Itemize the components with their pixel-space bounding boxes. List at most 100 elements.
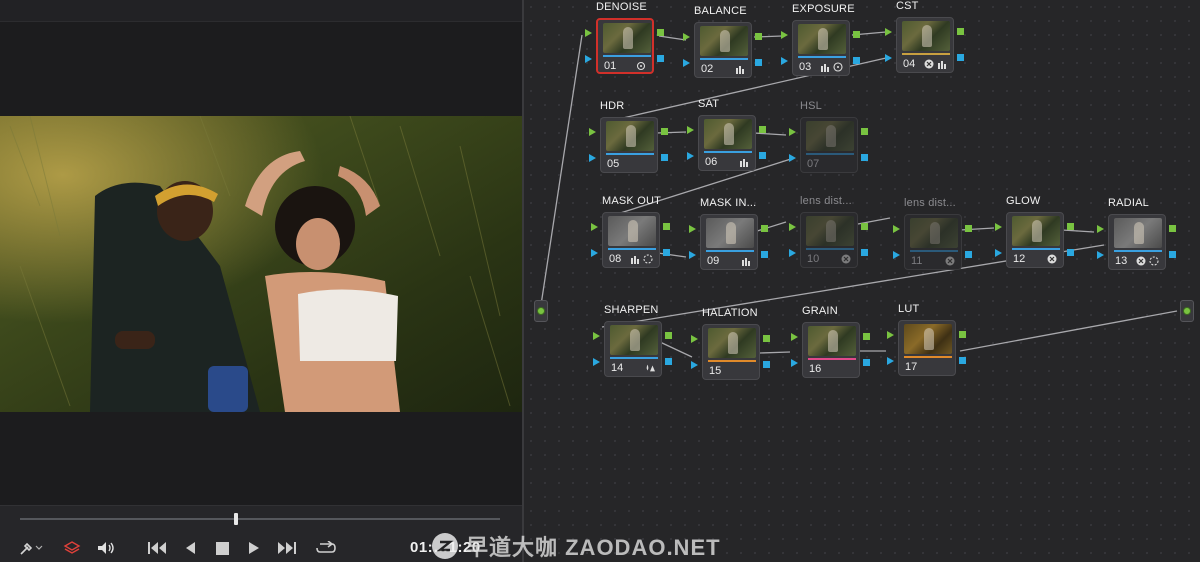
node-body[interactable]: 11	[904, 214, 962, 270]
rgb-input-port[interactable]	[689, 225, 696, 233]
node-05-hdr[interactable]: HDR 05	[589, 100, 668, 173]
node-body[interactable]: 03	[792, 20, 850, 76]
speaker-icon[interactable]	[95, 539, 117, 557]
key-output-port[interactable]	[1169, 251, 1176, 258]
key-input-port[interactable]	[689, 251, 696, 259]
skip-forward-icon[interactable]	[276, 539, 298, 557]
rgb-input-port[interactable]	[1097, 225, 1104, 233]
key-output-port[interactable]	[761, 251, 768, 258]
key-output-port[interactable]	[853, 57, 860, 64]
node-02-balance[interactable]: BALANCE 02	[683, 5, 762, 78]
node-06-sat[interactable]: SAT 06	[687, 98, 766, 171]
key-output-port[interactable]	[861, 154, 868, 161]
step-back-icon[interactable]	[182, 539, 198, 557]
key-input-port[interactable]	[589, 154, 596, 162]
rgb-output-port[interactable]	[863, 333, 870, 340]
node-15-halation[interactable]: HALATION 15	[691, 307, 770, 380]
node-body[interactable]: 06	[698, 115, 756, 171]
rgb-output-port[interactable]	[957, 28, 964, 35]
key-output-port[interactable]	[661, 154, 668, 161]
node-body[interactable]: 12	[1006, 212, 1064, 268]
rgb-output-port[interactable]	[1067, 223, 1074, 230]
key-input-port[interactable]	[691, 361, 698, 369]
rgb-input-port[interactable]	[687, 126, 694, 134]
key-output-port[interactable]	[663, 249, 670, 256]
eyedropper-icon[interactable]	[18, 539, 48, 557]
node-body[interactable]: 02	[694, 22, 752, 78]
key-output-port[interactable]	[863, 359, 870, 366]
rgb-input-port[interactable]	[683, 33, 690, 41]
node-body[interactable]: 17	[898, 320, 956, 376]
node-01-denoise[interactable]: DENOISE 01	[585, 1, 664, 74]
key-input-port[interactable]	[591, 249, 598, 257]
skip-back-icon[interactable]	[146, 539, 168, 557]
key-input-port[interactable]	[593, 358, 600, 366]
node-04-cst[interactable]: CST 04	[885, 0, 964, 73]
loop-icon[interactable]	[314, 539, 338, 557]
node-17-lut[interactable]: LUT 17	[887, 303, 966, 376]
rgb-input-port[interactable]	[589, 128, 596, 136]
key-output-port[interactable]	[1067, 249, 1074, 256]
node-03-exposure[interactable]: EXPOSURE 03	[781, 3, 860, 76]
node-07-hsl[interactable]: HSL 07	[789, 100, 868, 173]
rgb-input-port[interactable]	[885, 28, 892, 36]
rgb-output-port[interactable]	[761, 225, 768, 232]
node-body[interactable]: 16	[802, 322, 860, 378]
key-output-port[interactable]	[965, 251, 972, 258]
key-output-port[interactable]	[665, 358, 672, 365]
rgb-output-port[interactable]	[959, 331, 966, 338]
rgb-input-port[interactable]	[591, 223, 598, 231]
key-output-port[interactable]	[763, 361, 770, 368]
scrubber-playhead[interactable]	[234, 513, 238, 525]
rgb-output-port[interactable]	[965, 225, 972, 232]
key-output-port[interactable]	[959, 357, 966, 364]
rgb-output-port[interactable]	[663, 223, 670, 230]
play-icon[interactable]	[246, 539, 262, 557]
stop-icon[interactable]	[214, 539, 230, 557]
key-input-port[interactable]	[885, 54, 892, 62]
key-output-port[interactable]	[759, 152, 766, 159]
rgb-input-port[interactable]	[585, 29, 592, 37]
rgb-output-port[interactable]	[763, 335, 770, 342]
key-input-port[interactable]	[781, 57, 788, 65]
scrubber-track[interactable]	[20, 518, 500, 520]
node-14-sharpen[interactable]: SHARPEN 14	[593, 304, 672, 377]
output-port[interactable]	[1183, 307, 1191, 315]
key-input-port[interactable]	[687, 152, 694, 160]
key-input-port[interactable]	[887, 357, 894, 365]
rgb-output-port[interactable]	[1169, 225, 1176, 232]
key-input-port[interactable]	[789, 154, 796, 162]
node-10-lens-distortion[interactable]: lens dist... 10	[789, 195, 868, 268]
rgb-input-port[interactable]	[791, 333, 798, 341]
rgb-output-port[interactable]	[853, 31, 860, 38]
node-body[interactable]: 04	[896, 17, 954, 73]
node-body[interactable]: 09	[700, 214, 758, 270]
node-editor[interactable]: DENOISE 01 BALANCE 02 EXPOSURE 03 CST 04…	[524, 0, 1200, 562]
node-13-radial[interactable]: RADIAL 13	[1097, 197, 1176, 270]
node-08-mask-out[interactable]: MASK OUT 08	[591, 195, 670, 268]
key-input-port[interactable]	[683, 59, 690, 67]
key-output-port[interactable]	[957, 54, 964, 61]
rgb-output-port[interactable]	[665, 332, 672, 339]
rgb-input-port[interactable]	[887, 331, 894, 339]
rgb-input-port[interactable]	[781, 31, 788, 39]
node-body[interactable]: 15	[702, 324, 760, 380]
key-input-port[interactable]	[789, 249, 796, 257]
rgb-output-port[interactable]	[861, 128, 868, 135]
rgb-input-port[interactable]	[691, 335, 698, 343]
layers-icon[interactable]	[62, 539, 82, 557]
node-body[interactable]: 13	[1108, 214, 1166, 270]
rgb-input-port[interactable]	[893, 225, 900, 233]
node-09-mask-in[interactable]: MASK IN... 09	[689, 197, 768, 270]
node-body[interactable]: 01	[596, 18, 654, 74]
node-12-glow[interactable]: GLOW 12	[995, 195, 1074, 268]
node-body[interactable]: 08	[602, 212, 660, 268]
key-input-port[interactable]	[585, 55, 592, 63]
key-output-port[interactable]	[657, 55, 664, 62]
rgb-input-port[interactable]	[593, 332, 600, 340]
node-16-grain[interactable]: GRAIN 16	[791, 305, 870, 378]
key-input-port[interactable]	[893, 251, 900, 259]
node-body[interactable]: 10	[800, 212, 858, 268]
key-input-port[interactable]	[791, 359, 798, 367]
input-port[interactable]	[537, 307, 545, 315]
